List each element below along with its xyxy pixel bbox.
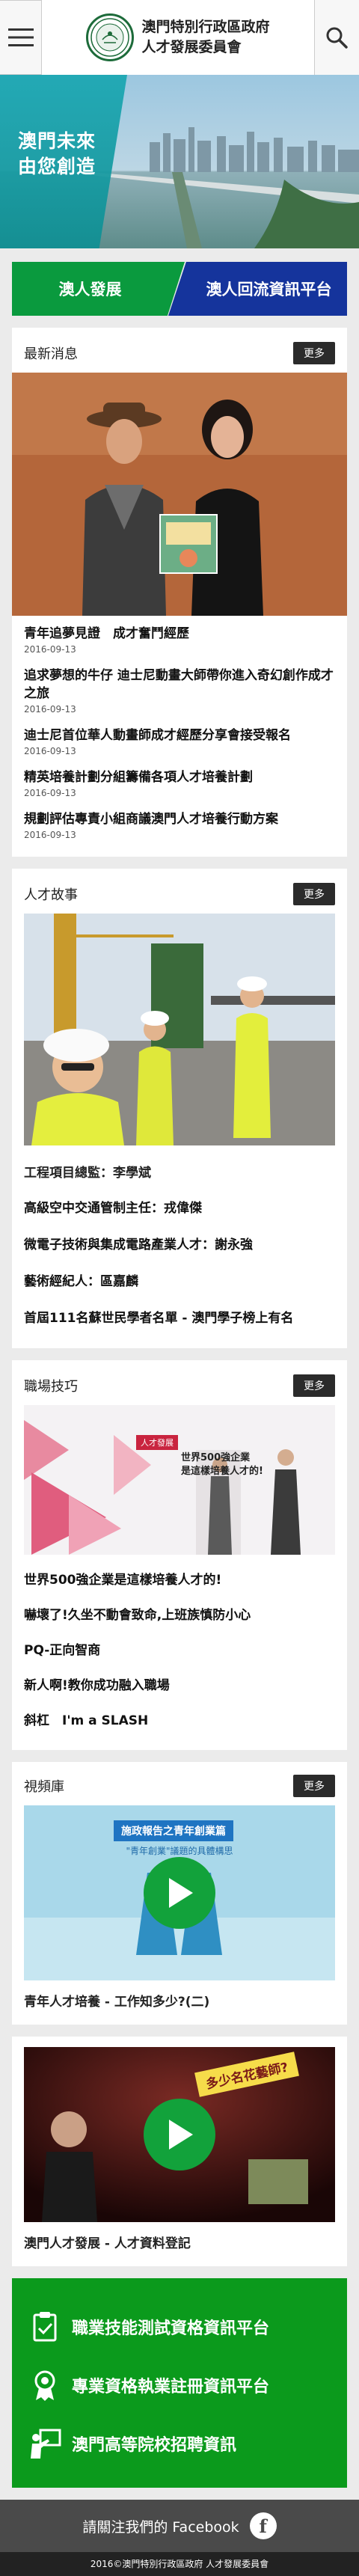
talent-story-lead[interactable]: 工程項目總監：李學斌 <box>24 1154 335 1188</box>
news-feature-photo[interactable] <box>12 373 347 616</box>
org-name-line2: 人才發展委員會 <box>141 39 242 55</box>
info-link-label: 澳門高等院校招聘資訊 <box>72 2436 237 2455</box>
play-icon[interactable] <box>144 1857 215 1929</box>
talent-stories-more-button[interactable]: 更多 <box>293 883 335 905</box>
news-item-date: 2016-09-13 <box>24 788 76 798</box>
video-thumbnail[interactable]: 施政報告之青年創業篇 "青年創業"議題的具體構思 <box>24 1805 335 1980</box>
talent-stories-title: 人才故事 <box>24 887 78 903</box>
talent-stories-card: 人才故事 更多 工程項目總監：李學斌 高級空中交通管制主任：戎偉傑 微電子技術與… <box>12 869 347 1348</box>
news-item[interactable]: 青年追夢見證 成才奮鬥經歷 2016-09-13 <box>24 616 335 658</box>
workplace-skills-link[interactable]: 嚇壞了!久坐不動會致命,上班族慎防小心 <box>24 1596 335 1631</box>
news-item[interactable]: 迪士尼首位華人動畫師成才經歷分享會接受報名 2016-09-13 <box>24 718 335 759</box>
workplace-skills-lead[interactable]: 世界500強企業是這樣培養人才的! <box>24 1561 335 1596</box>
video-title[interactable]: 青年人才培養 - 工作知多少?(二) <box>24 1980 335 2013</box>
news-item-date: 2016-09-13 <box>24 704 76 715</box>
workplace-skills-link[interactable]: PQ-正向智商 <box>24 1631 335 1666</box>
government-seal-icon <box>86 13 135 61</box>
info-platform-links: 職業技能測試資格資訊平台 專業資格執業註冊資訊平台 澳門高等院校招聘資訊 <box>12 2278 347 2488</box>
facebook-icon: f <box>249 2512 277 2539</box>
higher-education-recruitment-link[interactable]: 澳門高等院校招聘資訊 <box>28 2414 331 2473</box>
latest-news-card: 最新消息 更多 青年追夢見證 成才奮鬥經歷 2016-09-13 追求夢想的牛仔… <box>12 328 347 857</box>
copyright-notice: 2016©澳門特別行政區政府 人才發展委員會 <box>0 2552 359 2576</box>
video-title[interactable]: 澳門人才發展 - 人才資料登記 <box>24 2222 335 2254</box>
news-item-title: 規劃評估專責小組商議澳門人才培養行動方案 <box>24 812 278 827</box>
video-library-more-button[interactable]: 更多 <box>293 1775 335 1797</box>
hamburger-icon <box>7 28 34 46</box>
workplace-skills-card: 職場技巧 更多 人才發展 世界500強企業 是這樣培養人才的! 世界500強企業… <box>12 1360 347 1750</box>
news-item[interactable]: 規劃評估專責小組商議澳門人才培養行動方案 2016-09-13 <box>24 801 335 843</box>
video-banner: 施政報告之青年創業篇 <box>114 1820 233 1841</box>
award-ribbon-icon <box>34 2370 55 2401</box>
org-name-line1: 澳門特別行政區政府 <box>141 19 270 35</box>
vocational-skills-platform-link[interactable]: 職業技能測試資格資訊平台 <box>28 2298 331 2356</box>
tab-return-info-platform[interactable]: 澳人回流資訊平台 <box>168 262 347 316</box>
workplace-skills-title: 職場技巧 <box>24 1379 78 1395</box>
news-item-title: 迪士尼首位華人動畫師成才經歷分享會接受報名 <box>24 728 291 743</box>
lecturer-board-icon <box>31 2429 61 2459</box>
talent-story-link[interactable]: 高級空中交通管制主任：戎偉傑 <box>24 1188 335 1225</box>
platform-tabs: 澳人發展 澳人回流資訊平台 <box>12 262 347 316</box>
talent-story-photo[interactable] <box>24 914 335 1145</box>
video-subtitle: "青年創業"議題的具體構思 <box>126 1846 233 1856</box>
news-item-date: 2016-09-13 <box>24 830 76 840</box>
hero-slogan-line1: 澳門未來 <box>18 130 96 152</box>
workplace-skills-link[interactable]: 斜杠 I'm a SLASH <box>24 1701 335 1737</box>
workplace-skills-image-tag: 人才發展 <box>136 1435 178 1450</box>
workplace-skills-link[interactable]: 新人啊!教你成功融入職場 <box>24 1666 335 1701</box>
latest-news-more-button[interactable]: 更多 <box>293 342 335 364</box>
news-item-date: 2016-09-13 <box>24 644 76 655</box>
info-link-label: 專業資格執業註冊資訊平台 <box>72 2378 270 2396</box>
talent-story-link[interactable]: 微電子技術與集成電路產業人才：謝永強 <box>24 1225 335 1261</box>
search-icon <box>326 27 349 49</box>
facebook-follow-bar[interactable]: 請關注我們的 Facebook f <box>0 2500 359 2552</box>
site-brand[interactable]: 澳門特別行政區政府 人才發展委員會 <box>86 13 270 61</box>
workplace-skills-image-caption-line2: 是這樣培養人才的! <box>181 1466 263 1477</box>
news-item-title: 青年追夢見證 成才奮鬥經歷 <box>24 626 189 641</box>
facebook-follow-label: 請關注我們的 Facebook <box>82 2518 239 2536</box>
video-library-title: 視頻庫 <box>24 1779 64 1795</box>
video-item-card: 多少名花藝師? 澳門人才發展 - 人才資料登記 <box>12 2037 347 2266</box>
latest-news-title: 最新消息 <box>24 346 78 362</box>
news-item-date: 2016-09-13 <box>24 746 76 756</box>
talent-story-link[interactable]: 藝術經紀人：區嘉麟 <box>24 1261 335 1298</box>
play-icon[interactable] <box>144 2099 215 2170</box>
search-button[interactable] <box>313 0 359 75</box>
hero-slogan-line2: 由您創造 <box>18 156 96 177</box>
workplace-skills-image-caption-line1: 世界500強企業 <box>181 1452 251 1463</box>
menu-button[interactable] <box>0 0 42 75</box>
workplace-skills-image-caption: 世界500強企業 是這樣培養人才的! <box>181 1451 263 1478</box>
professional-qualification-platform-link[interactable]: 專業資格執業註冊資訊平台 <box>28 2356 331 2414</box>
site-header: 澳門特別行政區政府 人才發展委員會 <box>0 0 359 75</box>
workplace-skills-more-button[interactable]: 更多 <box>293 1374 335 1397</box>
info-link-label: 職業技能測試資格資訊平台 <box>72 2319 270 2338</box>
news-item[interactable]: 精英培養計劃分組籌備各項人才培養計劃 2016-09-13 <box>24 759 335 801</box>
talent-story-link[interactable]: 首屆111名蘇世民學者名單 - 澳門學子榜上有名 <box>24 1298 335 1335</box>
hero-banner: 澳門未來 由您創造 <box>0 75 359 248</box>
video-thumbnail[interactable]: 多少名花藝師? <box>24 2047 335 2222</box>
video-library-card: 視頻庫 更多 施政報告之青年創業篇 "青年創業"議題的具體構思 青年人才培養 -… <box>12 1762 347 2025</box>
news-item[interactable]: 追求夢想的牛仔 迪士尼動畫大師帶你進入奇幻創作成才之旅 2016-09-13 <box>24 658 335 718</box>
tab-macau-development[interactable]: 澳人發展 <box>12 262 185 316</box>
clipboard-check-icon <box>33 2312 57 2342</box>
news-item-title: 追求夢想的牛仔 迪士尼動畫大師帶你進入奇幻創作成才之旅 <box>24 668 334 701</box>
workplace-skills-photo[interactable]: 人才發展 世界500強企業 是這樣培養人才的! <box>24 1405 335 1555</box>
news-item-title: 精英培養計劃分組籌備各項人才培養計劃 <box>24 770 253 785</box>
